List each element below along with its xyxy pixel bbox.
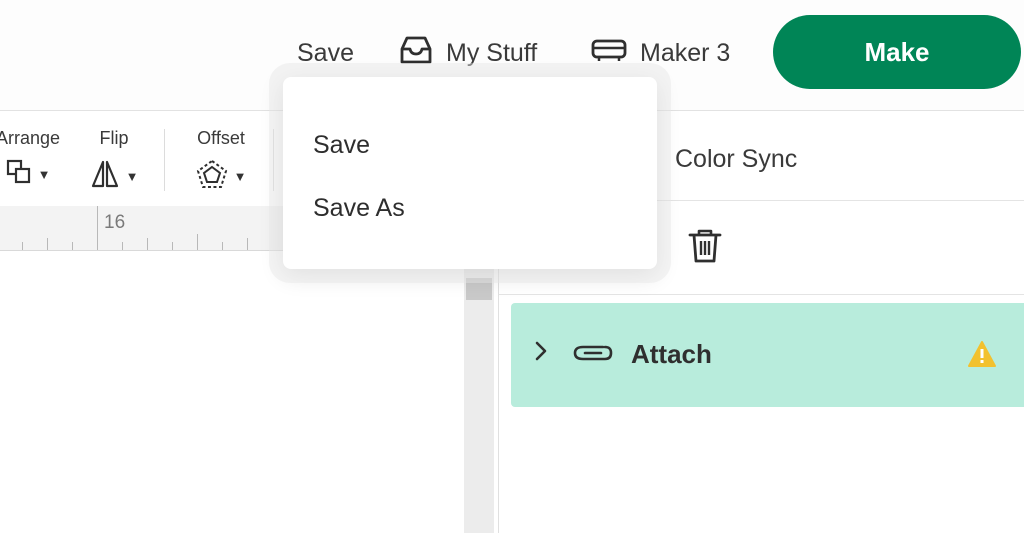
layer-group-attach[interactable]: Attach xyxy=(511,303,1024,407)
ruler-tick xyxy=(22,242,23,250)
save-menu-label: Save xyxy=(297,38,354,67)
canvas-vertical-scrollbar[interactable] xyxy=(464,250,494,533)
make-label: Make xyxy=(864,36,930,67)
ruler-tick xyxy=(147,238,148,250)
my-stuff-button[interactable]: My Stuff xyxy=(398,36,537,70)
flip-dropdown-caret: ▼ xyxy=(125,169,139,184)
offset-label: Offset xyxy=(197,128,245,148)
scrollbar-thumb[interactable] xyxy=(466,278,492,300)
arrange-tool[interactable]: Arrange ▼ xyxy=(0,128,66,190)
toolbar-divider xyxy=(273,129,274,191)
ruler-tick xyxy=(97,206,98,250)
ruler-tick xyxy=(197,234,198,250)
offset-tool[interactable]: Offset ▼ xyxy=(188,128,254,194)
offset-dropdown-caret: ▼ xyxy=(233,169,247,184)
save-dropdown-menu: Save Save As xyxy=(283,77,657,269)
make-button[interactable]: Make xyxy=(773,15,1021,89)
flip-label: Flip xyxy=(99,128,129,148)
save-menu-button[interactable]: Save xyxy=(297,36,354,70)
arrange-label: Arrange xyxy=(0,128,61,148)
offset-pentagon-icon xyxy=(196,159,228,194)
toolbar-divider xyxy=(164,129,165,191)
ruler-tick xyxy=(247,238,248,250)
ruler-tick xyxy=(222,242,223,250)
panel-divider xyxy=(499,294,1024,295)
paperclip-icon xyxy=(571,340,615,371)
ruler-mark: 16 xyxy=(104,212,126,233)
chevron-right-icon[interactable] xyxy=(533,339,549,368)
layer-group-label: Attach xyxy=(631,339,712,369)
flip-tool[interactable]: Flip ▼ xyxy=(84,128,144,194)
ruler-tick xyxy=(47,238,48,250)
color-sync-tab[interactable]: Color Sync xyxy=(675,145,797,174)
cutting-machine-icon xyxy=(590,37,640,70)
machine-label: Maker 3 xyxy=(640,38,731,67)
ruler-tick xyxy=(122,242,123,250)
design-canvas[interactable] xyxy=(0,251,464,533)
ruler-tick xyxy=(172,242,173,250)
ruler-tick xyxy=(72,242,73,250)
inbox-tray-icon xyxy=(398,35,446,72)
menu-item-save[interactable]: Save xyxy=(313,131,370,160)
machine-select-button[interactable]: Maker 3 xyxy=(590,36,730,70)
arrange-layers-icon xyxy=(6,159,32,190)
warning-icon[interactable] xyxy=(967,340,997,373)
my-stuff-label: My Stuff xyxy=(446,38,538,67)
menu-item-save-as[interactable]: Save As xyxy=(313,194,405,223)
trash-icon[interactable] xyxy=(687,227,723,270)
arrange-dropdown-caret: ▼ xyxy=(37,167,51,182)
flip-icon xyxy=(90,159,120,194)
